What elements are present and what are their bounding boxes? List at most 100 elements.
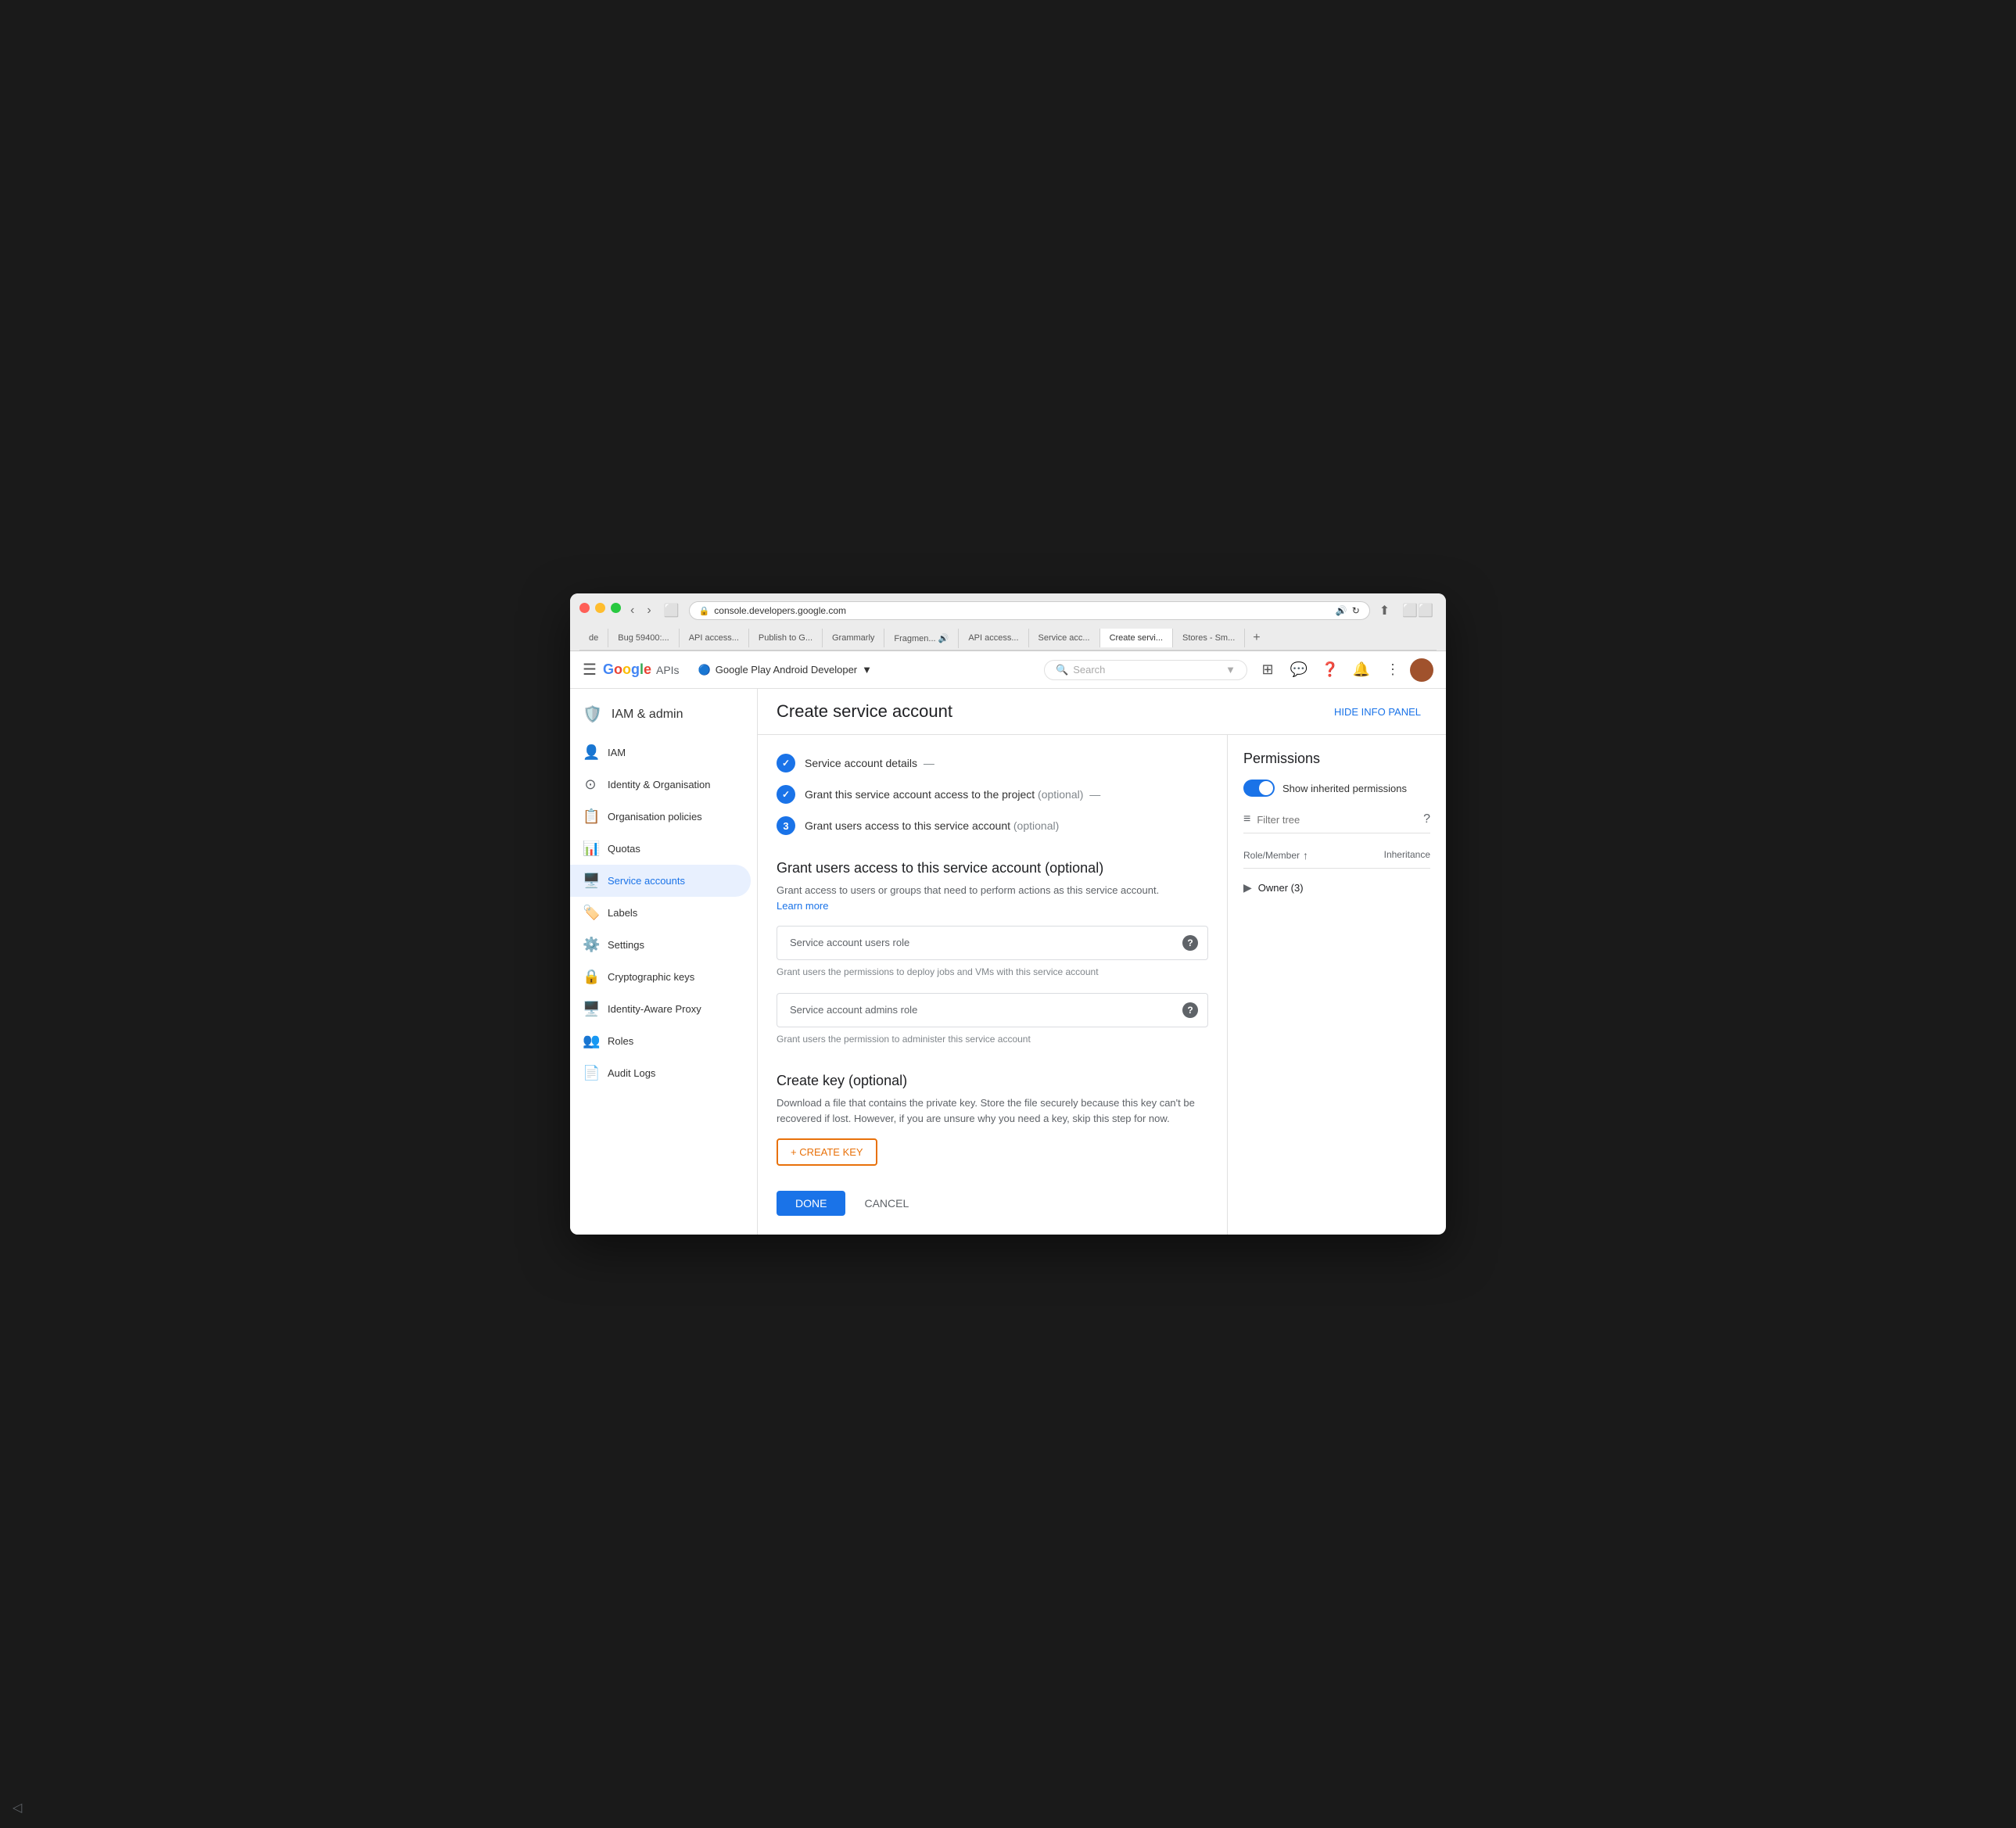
sidebar-item-org-policies[interactable]: 📋 Organisation policies: [570, 801, 751, 833]
sort-icon[interactable]: ↑: [1303, 849, 1308, 862]
audit-logs-icon: 📄: [583, 1065, 598, 1081]
sidebar-item-label: Quotas: [608, 843, 640, 855]
more-options-icon[interactable]: ⋮: [1379, 656, 1407, 684]
identity-aware-proxy-icon: 🖥️: [583, 1001, 598, 1017]
step-3-circle: 3: [777, 816, 795, 835]
sidebar-item-audit-logs[interactable]: 📄 Audit Logs: [570, 1057, 751, 1089]
feedback-icon[interactable]: 💬: [1285, 656, 1313, 684]
sidebar-item-label: Settings: [608, 939, 644, 951]
grant-desc: Grant access to users or groups that nee…: [777, 883, 1208, 913]
done-button[interactable]: DONE: [777, 1191, 845, 1216]
close-button[interactable]: [579, 603, 590, 613]
toggle-row: Show inherited permissions: [1243, 780, 1430, 797]
tab-bug[interactable]: Bug 59400:...: [608, 629, 679, 647]
browser-titlebar: ‹ › ⬜ 🔒 console.developers.google.com 🔊 …: [570, 593, 1446, 651]
traffic-lights: [579, 603, 621, 613]
inheritance-header: Inheritance: [1384, 849, 1430, 862]
sidebar-item-identity[interactable]: ⊙ Identity & Organisation: [570, 769, 751, 801]
app-bar-icons: ⊞ 💬 ❓ 🔔 ⋮: [1254, 656, 1433, 684]
hide-info-panel-button[interactable]: HIDE INFO PANEL: [1328, 703, 1427, 721]
sidebar-item-label: Roles: [608, 1035, 633, 1047]
minimize-button[interactable]: [595, 603, 605, 613]
sidebar-item-labels[interactable]: 🏷️ Labels: [570, 897, 751, 929]
admins-role-hint: Grant users the permission to administer…: [777, 1030, 1208, 1048]
help-icon[interactable]: ❓: [1316, 656, 1344, 684]
sidebar-item-identity-aware-proxy[interactable]: 🖥️ Identity-Aware Proxy: [570, 993, 751, 1025]
apis-label: APIs: [656, 664, 680, 676]
admins-role-help-icon[interactable]: ?: [1182, 1002, 1198, 1018]
create-key-button[interactable]: + CREATE KEY: [777, 1138, 877, 1166]
tabs-row: de Bug 59400:... API access... Publish t…: [579, 626, 1437, 651]
sidebar-item-iam[interactable]: 👤 IAM: [570, 737, 751, 769]
owner-tree-item[interactable]: ▶ Owner (3): [1243, 875, 1430, 901]
search-bar[interactable]: 🔍 Search ▼: [1044, 660, 1247, 680]
back-button[interactable]: ‹: [627, 602, 637, 619]
sidebar-item-cryptographic-keys[interactable]: 🔒 Cryptographic keys: [570, 961, 751, 993]
sidebar-item-roles[interactable]: 👥 Roles: [570, 1025, 751, 1057]
lock-icon: 🔒: [699, 606, 710, 616]
sidebar-item-quotas[interactable]: 📊 Quotas: [570, 833, 751, 865]
tab-fragment[interactable]: Fragmen... 🔊: [884, 629, 959, 648]
sidebar-item-label: Service accounts: [608, 875, 685, 887]
tab-api2[interactable]: API access...: [959, 629, 1028, 647]
filter-input[interactable]: [1257, 814, 1423, 826]
tab-service-acc[interactable]: Service acc...: [1029, 629, 1100, 647]
hamburger-menu[interactable]: ☰: [583, 660, 597, 679]
tab-api1[interactable]: API access...: [680, 629, 749, 647]
tab-grammarly[interactable]: Grammarly: [823, 629, 884, 647]
address-bar[interactable]: 🔒 console.developers.google.com 🔊 ↻: [689, 601, 1370, 620]
tab-de[interactable]: de: [579, 629, 608, 647]
notifications-icon[interactable]: 🔔: [1347, 656, 1376, 684]
filter-help-icon[interactable]: ?: [1423, 812, 1430, 826]
project-selector[interactable]: 🔵 Google Play Android Developer ▼: [692, 661, 878, 679]
sidebar-item-settings[interactable]: ⚙️ Settings: [570, 929, 751, 961]
project-dot-icon: 🔵: [698, 664, 711, 676]
content-body: ✓ Service account details — ✓ Grant this…: [758, 735, 1446, 1235]
permissions-panel: Permissions Show inherited permissions ≡…: [1227, 735, 1446, 1235]
toggle-knob: [1259, 781, 1273, 795]
admins-role-field[interactable]: Service account admins role ?: [777, 993, 1208, 1027]
forward-button[interactable]: ›: [644, 602, 654, 619]
search-dropdown-icon[interactable]: ▼: [1225, 664, 1236, 676]
new-tab-icon[interactable]: ⬜⬜: [1399, 601, 1437, 620]
maximize-button[interactable]: [611, 603, 621, 613]
main-area: 🛡️ IAM & admin 👤 IAM ⊙ Identity & Organi…: [570, 689, 1446, 1235]
sidebar-item-label: Cryptographic keys: [608, 971, 694, 983]
cancel-button[interactable]: CANCEL: [855, 1191, 918, 1216]
sidebar-item-label: Audit Logs: [608, 1067, 655, 1079]
sound-icon: 🔊: [1336, 605, 1347, 616]
apps-icon[interactable]: ⊞: [1254, 656, 1282, 684]
chevron-down-icon: ▼: [862, 664, 872, 676]
sidebar-item-label: Identity & Organisation: [608, 779, 711, 790]
step-2: ✓ Grant this service account access to t…: [777, 785, 1208, 804]
tab-stores[interactable]: Stores - Sm...: [1173, 629, 1245, 647]
iam-admin-icon: 🛡️: [583, 704, 602, 724]
search-icon: 🔍: [1056, 664, 1068, 676]
inherited-permissions-toggle[interactable]: [1243, 780, 1275, 797]
sidebar-header: 🛡️ IAM & admin: [570, 695, 757, 737]
page-view-button[interactable]: ⬜: [661, 601, 683, 620]
role-member-header: Role/Member ↑: [1243, 849, 1308, 862]
browser-window: ‹ › ⬜ 🔒 console.developers.google.com 🔊 …: [570, 593, 1446, 1235]
panel-title: Permissions: [1243, 751, 1430, 767]
settings-icon: ⚙️: [583, 937, 598, 953]
tab-create-servi[interactable]: Create servi...: [1100, 629, 1173, 647]
learn-more-link[interactable]: Learn more: [777, 900, 828, 912]
users-role-hint: Grant users the permissions to deploy jo…: [777, 963, 1208, 980]
sidebar-item-service-accounts[interactable]: 🖥️ Service accounts: [570, 865, 751, 897]
google-apis-logo: Google APIs: [603, 661, 680, 678]
tab-publish[interactable]: Publish to G...: [749, 629, 823, 647]
sidebar-item-label: Labels: [608, 907, 637, 919]
users-role-help-icon[interactable]: ?: [1182, 935, 1198, 951]
roles-icon: 👥: [583, 1033, 598, 1049]
new-tab-button[interactable]: +: [1245, 626, 1268, 650]
filter-icon: ≡: [1243, 812, 1250, 826]
avatar[interactable]: [1410, 658, 1433, 682]
page-title: Create service account: [777, 701, 952, 722]
share-button[interactable]: ⬆: [1376, 601, 1393, 620]
refresh-icon[interactable]: ↻: [1352, 605, 1360, 616]
action-buttons: DONE CANCEL: [777, 1191, 1208, 1216]
users-role-field[interactable]: Service account users role ?: [777, 926, 1208, 960]
url-text: console.developers.google.com: [714, 605, 846, 616]
service-accounts-icon: 🖥️: [583, 873, 598, 889]
